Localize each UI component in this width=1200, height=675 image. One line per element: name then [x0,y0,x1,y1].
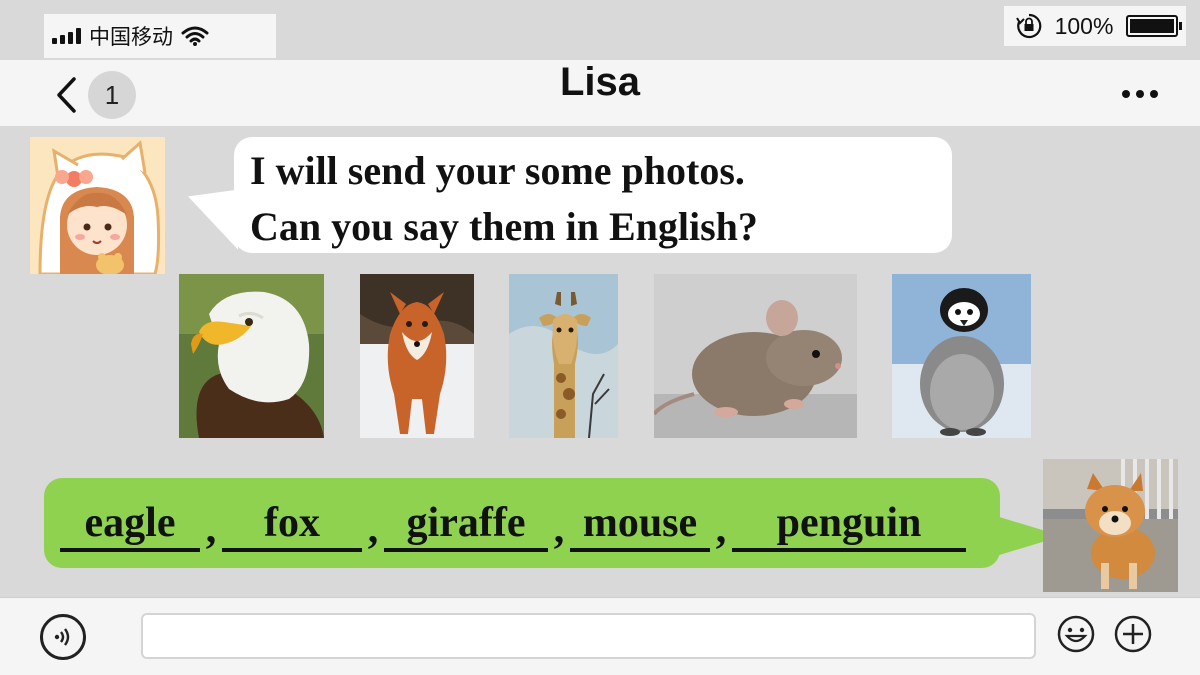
incoming-bubble-tail [188,166,238,250]
signal-strength-icon [52,28,81,44]
answer-blank: giraffe [384,500,548,552]
user-avatar[interactable] [1043,459,1178,592]
more-dots-icon [1122,90,1130,98]
rotation-lock-icon [1016,13,1042,39]
answer-separator: , [715,506,727,552]
chat-header: 1 Lisa [0,60,1200,126]
plus-icon[interactable] [1113,614,1153,654]
wifi-icon [181,26,209,46]
status-bar-left: 中国移动 [44,14,276,58]
voice-input-button[interactable] [40,614,86,660]
incoming-message-line: Can you say them in English? [250,204,758,249]
chat-title: Lisa [559,60,641,104]
more-dots-icon [1136,90,1144,98]
answer-blank: eagle [60,500,200,552]
message-text-input[interactable] [141,613,1036,659]
more-dots-icon [1150,90,1158,98]
carrier-name: 中国移动 [89,26,173,49]
mouse-photo[interactable] [654,274,857,438]
answer-separator: , [553,506,565,552]
incoming-message-line: I will send your some photos. [250,148,745,193]
status-bar-right: 100% [1004,6,1186,46]
answer-blank: fox [222,500,362,552]
answer-separator: , [205,506,217,552]
answer-blank: penguin [732,500,966,552]
battery-icon [1125,15,1182,37]
answer-list: eagle , fox , giraffe , mouse , penguin [60,496,1000,552]
reply-message-bubble[interactable]: eagle , fox , giraffe , mouse , penguin [44,478,1000,568]
giraffe-photo[interactable] [509,274,618,438]
fox-photo[interactable] [360,274,474,438]
more-options-button[interactable] [1110,74,1170,114]
battery-percentage: 100% [1054,12,1114,39]
answer-blank: mouse [570,500,710,552]
emoji-icon[interactable] [1056,614,1096,654]
contact-avatar[interactable] [30,137,165,274]
penguin-photo[interactable] [892,274,1031,438]
eagle-photo[interactable] [179,274,324,438]
incoming-message-bubble[interactable]: I will send your some photos. Can you sa… [234,137,952,253]
message-input-bar [0,597,1200,675]
answer-separator: , [367,506,379,552]
voice-icon [54,628,70,646]
